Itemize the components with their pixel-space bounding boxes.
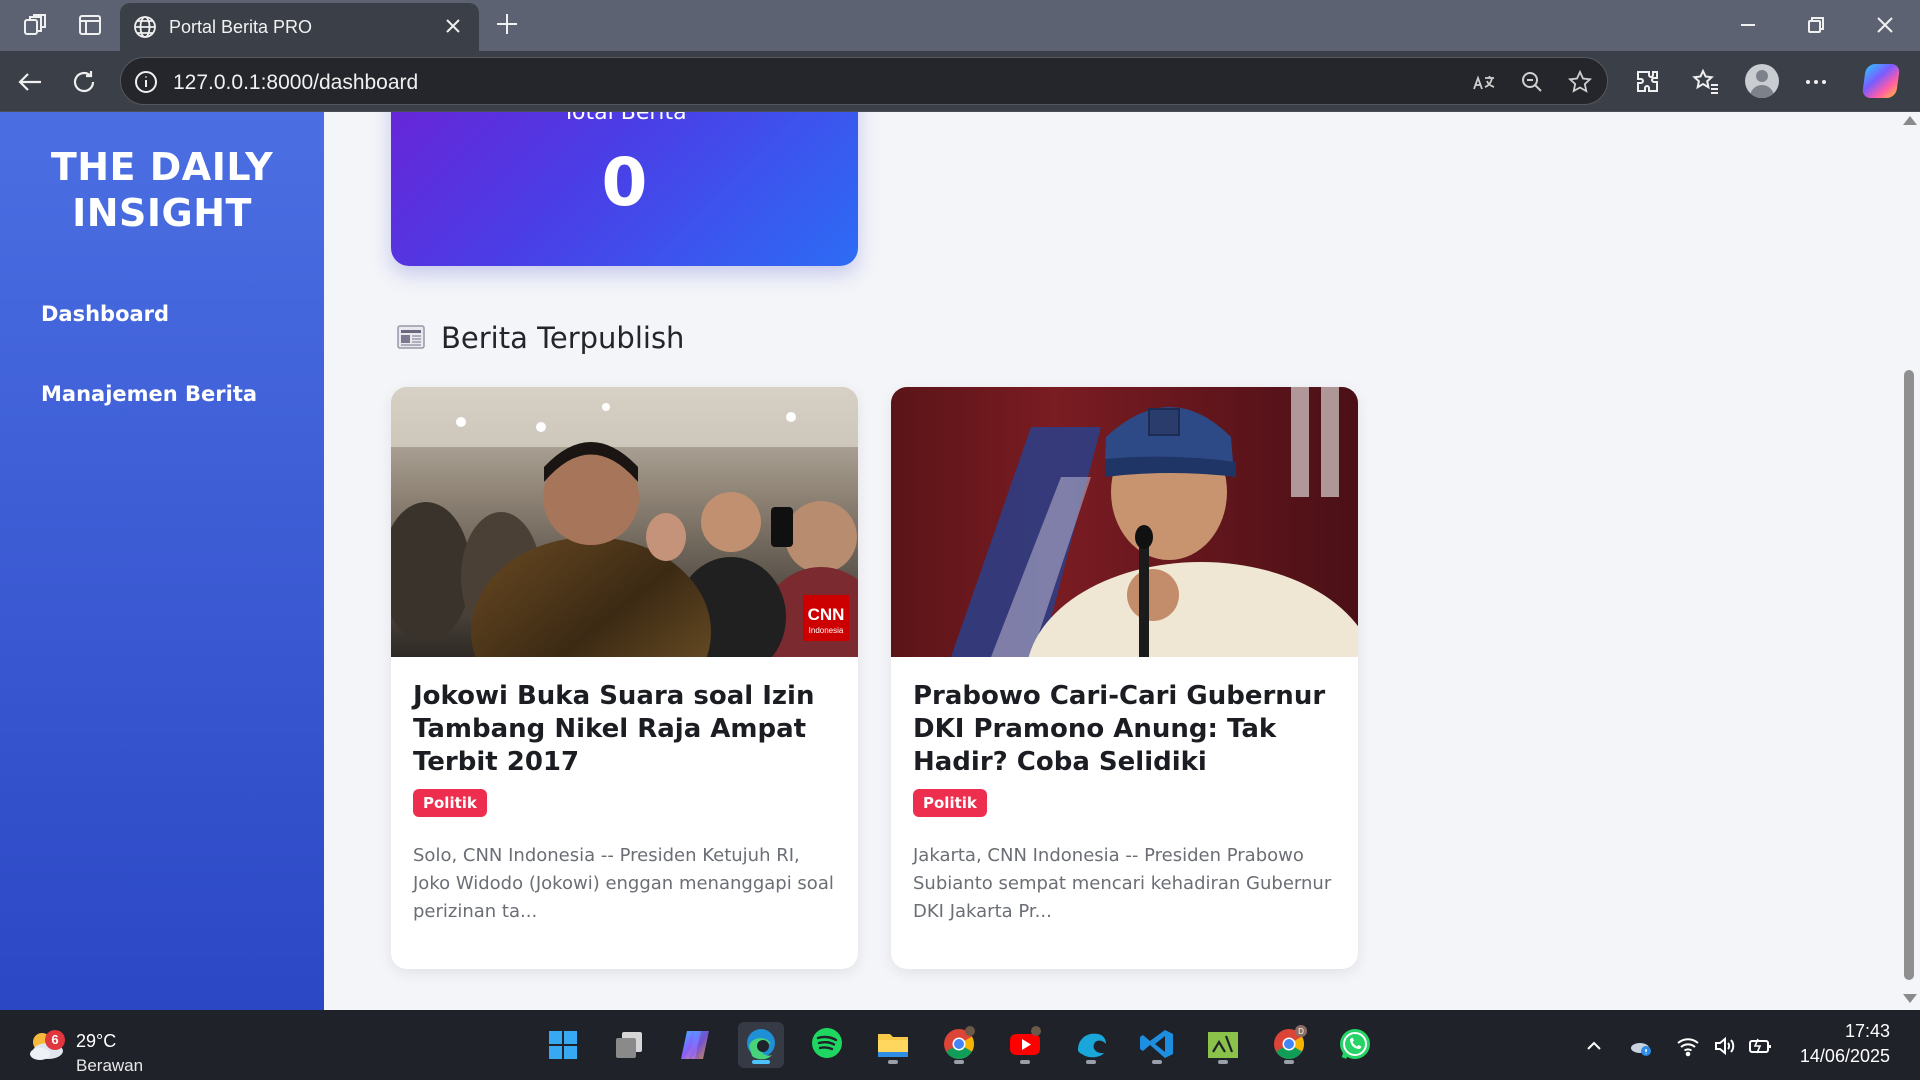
close-window-icon[interactable]	[1872, 12, 1898, 38]
translate-icon[interactable]	[1471, 69, 1497, 95]
copilot-icon[interactable]	[1861, 64, 1901, 98]
stat-value: 0	[601, 144, 648, 221]
article-title[interactable]: Jokowi Buka Suara soal Izin Tambang Nike…	[413, 680, 843, 779]
article-title[interactable]: Prabowo Cari-Cari Gubernur DKI Pramono A…	[913, 680, 1343, 779]
spotify-icon[interactable]	[804, 1022, 850, 1068]
tab-actions-icon[interactable]	[77, 12, 103, 38]
youtube-icon[interactable]	[1002, 1022, 1048, 1068]
whatsapp-icon[interactable]	[1332, 1022, 1378, 1068]
article-image	[891, 387, 1358, 657]
windows-taskbar: 6 29°C Berawan D 17:43 14/06/2025	[0, 1010, 1920, 1080]
article-excerpt: Jakarta, CNN Indonesia -- Presiden Prabo…	[913, 845, 1332, 922]
chrome-icon[interactable]	[936, 1022, 982, 1068]
page-viewport: THE DAILY INSIGHT Dashboard Manajemen Be…	[0, 112, 1920, 1010]
weather-description: Berawan	[76, 1056, 144, 1075]
task-view-icon[interactable]	[606, 1022, 652, 1068]
running-indicator	[1086, 1060, 1096, 1064]
stat-label: Total Berita	[562, 112, 687, 125]
running-indicator	[1152, 1060, 1162, 1064]
section-title: Berita Terpublish	[441, 321, 685, 355]
category-badge: Politik	[913, 789, 987, 817]
terminal-icon[interactable]	[1200, 1022, 1246, 1068]
edge-icon[interactable]	[738, 1022, 784, 1068]
browser-address-bar: 127.0.0.1:8000/dashboard	[0, 51, 1920, 112]
url-text: 127.0.0.1:8000/dashboard	[173, 71, 419, 94]
onedrive-icon[interactable]	[1628, 1034, 1652, 1058]
vscode-icon[interactable]	[1134, 1022, 1180, 1068]
active-indicator	[752, 1060, 770, 1064]
svg-text:D: D	[1298, 1027, 1304, 1036]
address-field[interactable]: 127.0.0.1:8000/dashboard	[120, 57, 1608, 105]
battery-charging-icon[interactable]	[1748, 1034, 1772, 1058]
site-info-icon[interactable]	[133, 69, 159, 95]
windows-start-icon[interactable]	[540, 1022, 586, 1068]
chrome-profile-icon[interactable]: D	[1266, 1022, 1312, 1068]
taskbar-clock-date[interactable]: 14/06/2025	[1800, 1046, 1890, 1067]
workspaces-icon[interactable]	[22, 12, 48, 38]
copilot-icon[interactable]	[672, 1022, 718, 1068]
minimize-icon[interactable]	[1735, 12, 1761, 38]
scroll-up-arrow-icon[interactable]	[1903, 116, 1917, 125]
globe-icon	[134, 16, 156, 38]
show-hidden-icons-icon[interactable]	[1582, 1034, 1606, 1058]
article-card[interactable]: Prabowo Cari-Cari Gubernur DKI Pramono A…	[891, 387, 1358, 969]
zoom-out-icon[interactable]	[1519, 69, 1545, 95]
favorites-icon[interactable]	[1691, 67, 1721, 97]
reload-icon[interactable]	[69, 67, 99, 97]
svg-text:Indonesia: Indonesia	[809, 626, 844, 635]
weather-temperature: 29°C	[76, 1031, 117, 1051]
tab-portal-berita[interactable]: Portal Berita PRO	[120, 3, 479, 51]
page-scrollbar[interactable]	[1898, 112, 1920, 1010]
volume-icon[interactable]	[1712, 1034, 1736, 1058]
sidebar-item-manajemen-berita[interactable]: Manajemen Berita	[41, 382, 257, 406]
running-indicator	[1020, 1060, 1030, 1064]
taskbar-clock-time[interactable]: 17:43	[1845, 1021, 1890, 1042]
weather-notification-badge: 6	[45, 1030, 65, 1050]
article-excerpt: Solo, CNN Indonesia -- Presiden Ketujuh …	[413, 845, 834, 922]
edge-dev-icon[interactable]	[1068, 1022, 1114, 1068]
favorite-star-icon[interactable]	[1567, 69, 1593, 95]
running-indicator	[1284, 1060, 1294, 1064]
svg-text:CNN: CNN	[808, 605, 845, 624]
sidebar: THE DAILY INSIGHT Dashboard Manajemen Be…	[0, 112, 324, 1010]
close-tab-icon[interactable]	[441, 14, 465, 38]
scroll-down-arrow-icon[interactable]	[1903, 994, 1917, 1003]
new-tab-icon[interactable]	[494, 11, 520, 37]
newspaper-icon	[397, 325, 425, 349]
scroll-thumb[interactable]	[1904, 370, 1914, 980]
article-card[interactable]: CNN Indonesia Jokowi Buka Suara soal Izi…	[391, 387, 858, 969]
weather-widget[interactable]: 6 29°C Berawan	[26, 1022, 156, 1075]
more-menu-icon[interactable]	[1801, 67, 1831, 97]
back-icon[interactable]	[15, 67, 45, 97]
extensions-icon[interactable]	[1633, 67, 1663, 97]
browser-tab-bar: Portal Berita PRO	[0, 0, 1920, 51]
restore-icon[interactable]	[1803, 12, 1829, 38]
file-explorer-icon[interactable]	[870, 1022, 916, 1068]
running-indicator	[954, 1060, 964, 1064]
category-badge: Politik	[413, 789, 487, 817]
running-indicator	[1218, 1060, 1228, 1064]
brand-logo: THE DAILY INSIGHT	[50, 145, 274, 235]
profile-avatar[interactable]	[1745, 64, 1779, 98]
sidebar-item-dashboard[interactable]: Dashboard	[41, 302, 169, 326]
total-berita-card: Total Berita 0	[391, 112, 858, 266]
wifi-icon[interactable]	[1676, 1034, 1700, 1058]
running-indicator	[888, 1060, 898, 1064]
tab-title: Portal Berita PRO	[169, 17, 313, 37]
article-image: CNN Indonesia	[391, 387, 858, 657]
